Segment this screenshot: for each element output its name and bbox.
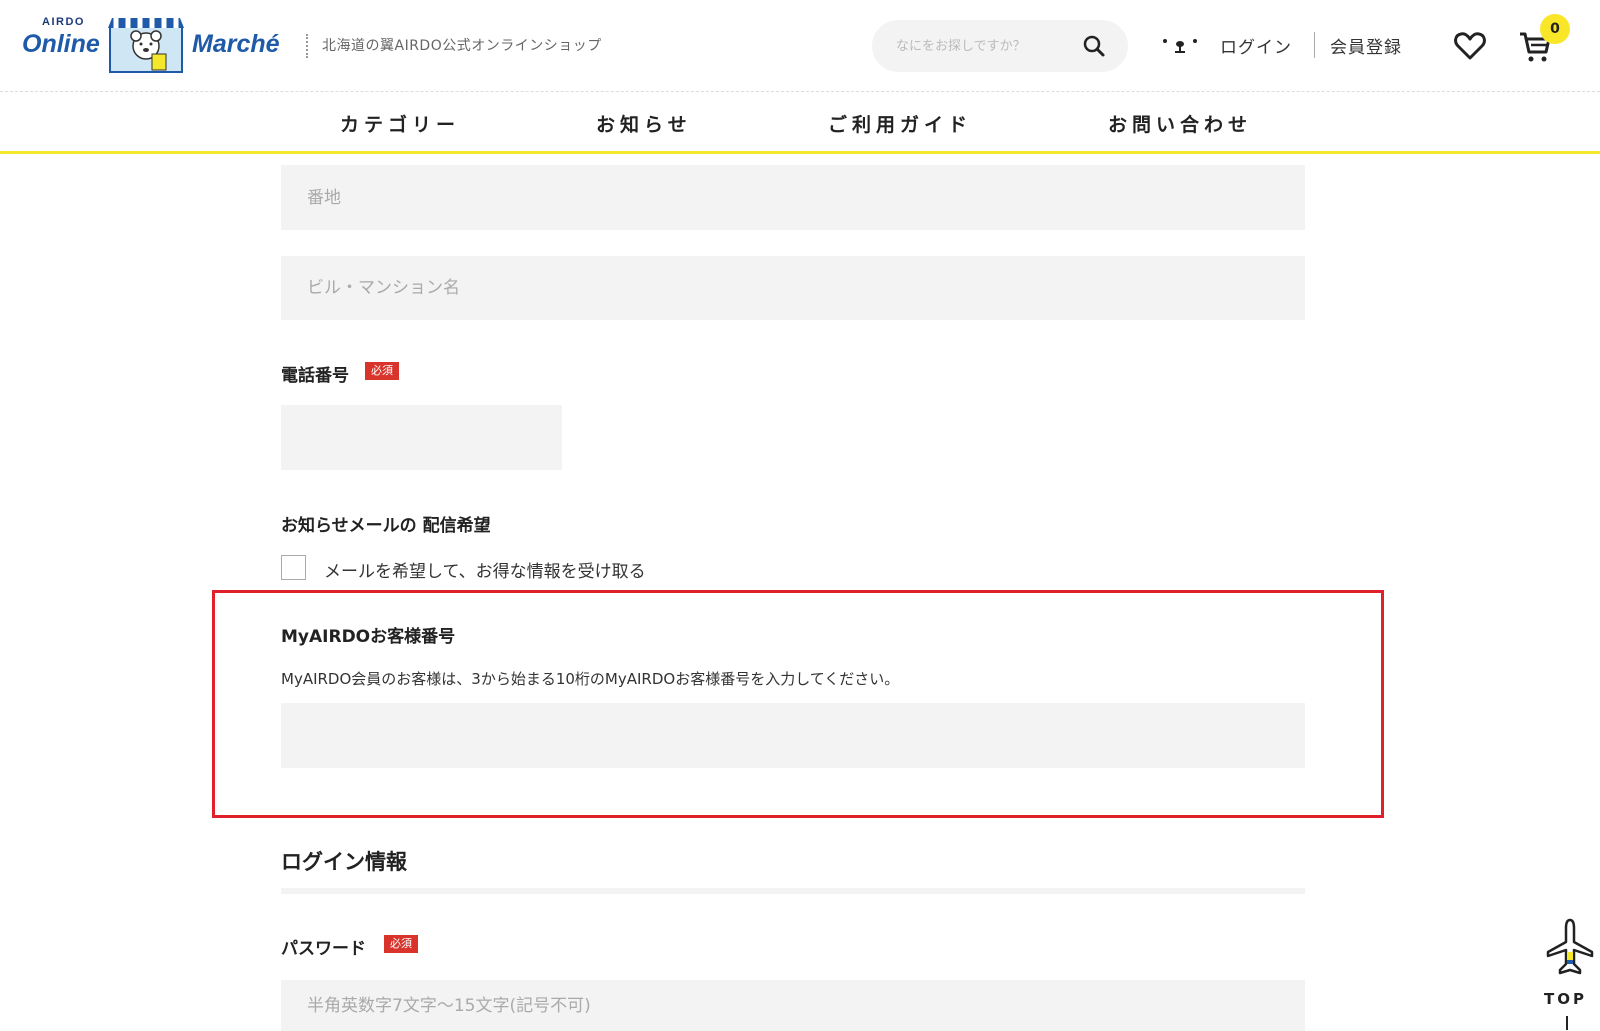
myairdo-number-label: MyAIRDOお客様番号 [281,627,456,647]
phone-input[interactable] [281,405,562,470]
newsletter-checkbox[interactable] [281,555,306,580]
back-to-top-label: TOP [1544,990,1587,1008]
favorites-heart-icon[interactable] [1454,30,1486,62]
site-tagline: 北海道の翼AIRDO公式オンラインショップ [322,38,602,54]
mascot-shop-icon [108,18,184,73]
address-street-input[interactable] [281,165,1305,230]
back-to-top-button[interactable]: TOP [1540,918,1596,1031]
building-name-input[interactable] [281,256,1305,320]
nav-item-guide[interactable]: ご利用ガイド [828,110,972,137]
airplane-icon [1546,918,1594,975]
phone-required-badge: 必須 [365,362,399,380]
cart-count-badge: 0 [1540,14,1570,44]
site-header: AIRDO Online Marché 北海道の翼AIRDO公式オンラインショッ… [0,0,1600,92]
nav-item-news[interactable]: お知らせ [596,110,692,137]
phone-label: 電話番号 [281,366,349,386]
search-bar [872,20,1128,72]
search-input[interactable] [896,34,1066,58]
logo-online-text: Online [22,30,100,58]
password-required-badge: 必須 [384,935,418,953]
back-to-top-line [1566,1016,1568,1030]
global-nav: カテゴリー お知らせ ご利用ガイド お問い合わせ [0,92,1600,154]
section-divider [281,888,1305,894]
login-link[interactable]: ログイン [1220,33,1292,58]
tagline-divider [306,34,308,58]
logo-marche-text: Marché [192,30,280,58]
password-input[interactable] [281,980,1305,1031]
nav-item-contact[interactable]: お問い合わせ [1108,110,1252,137]
newsletter-label: お知らせメールの 配信希望 [281,516,491,536]
search-icon[interactable] [1082,34,1106,58]
header-link-divider [1314,32,1315,58]
myairdo-number-input[interactable] [281,703,1305,768]
login-info-heading: ログイン情報 [281,850,407,874]
nav-item-category[interactable]: カテゴリー [340,110,460,137]
register-link[interactable]: 会員登録 [1330,33,1402,58]
password-label: パスワード [281,939,366,959]
myairdo-number-description: MyAIRDO会員のお客様は、3から始まる10桁のMyAIRDOお客様番号を入力… [281,670,900,688]
newsletter-checkbox-label[interactable]: メールを希望して、お得な情報を受け取る [324,557,646,582]
site-logo[interactable]: AIRDO Online Marché [22,14,290,74]
logo-airdo-text: AIRDO [42,16,85,28]
bear-face-icon [1163,39,1197,53]
